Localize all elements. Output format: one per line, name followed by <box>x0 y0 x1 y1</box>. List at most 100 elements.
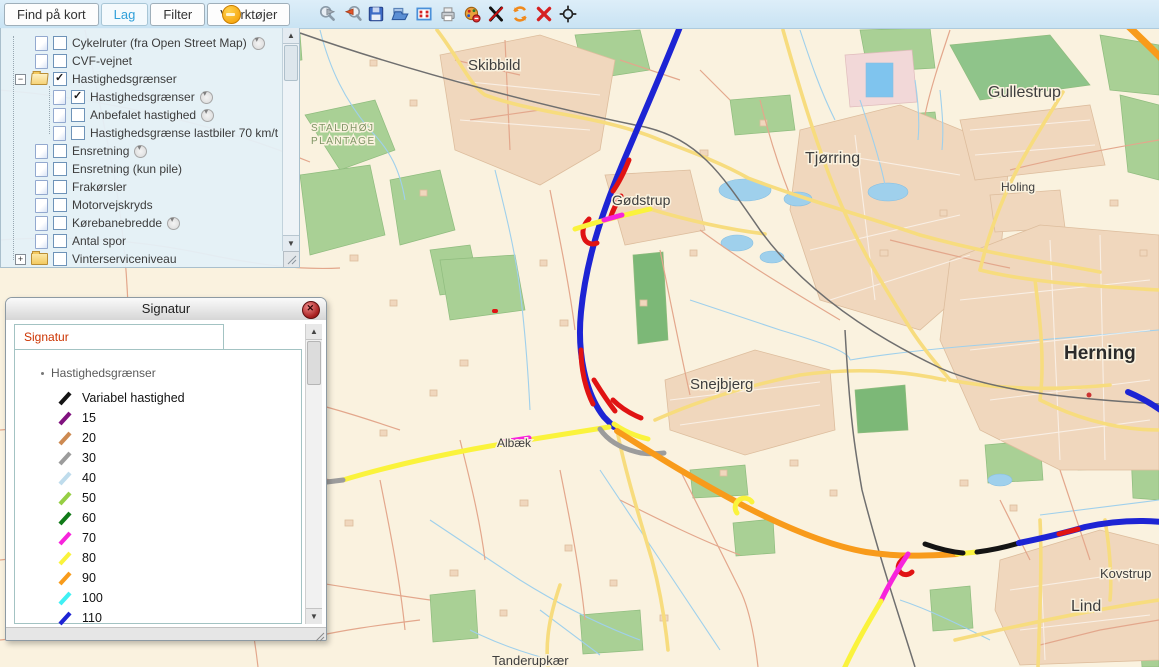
layer-panel-resize-handle[interactable] <box>283 251 299 267</box>
place-label: Albæk <box>497 436 532 450</box>
scroll-down-button[interactable]: ▼ <box>306 608 322 624</box>
layer-row: Antal spor <box>1 232 281 250</box>
print-icon[interactable] <box>438 4 458 24</box>
delete-icon[interactable] <box>534 4 554 24</box>
layer-row: Kørebanebredde <box>1 214 281 232</box>
open-icon[interactable] <box>390 4 410 24</box>
collapse-expander-icon[interactable]: − <box>15 74 26 85</box>
legend-item: 40 <box>15 468 301 488</box>
layer-row: Hastighedsgrænser <box>1 88 281 106</box>
legend-swatch-icon <box>57 530 74 547</box>
scroll-thumb[interactable] <box>284 45 298 81</box>
layer-label[interactable]: Hastighedsgrænser <box>72 72 177 86</box>
layer-label[interactable]: CVF-vejnet <box>72 54 132 68</box>
bullet-icon <box>41 372 44 375</box>
close-icon[interactable] <box>302 301 320 319</box>
page-icon <box>53 90 66 105</box>
layer-checkbox[interactable] <box>53 162 67 176</box>
layer-row: Frakørsler <box>1 178 281 196</box>
layer-checkbox[interactable] <box>53 144 67 158</box>
layer-checkbox[interactable] <box>53 36 67 50</box>
layer-checkbox[interactable] <box>53 72 67 86</box>
layer-checkbox[interactable] <box>53 216 67 230</box>
legend-item-label: 60 <box>82 511 96 525</box>
save-icon[interactable] <box>366 4 386 24</box>
layer-tree: Cykelruter (fra Open Street Map) CVF-vejn… <box>1 34 281 267</box>
layer-panel-scrollbar[interactable]: ▲ ▼ <box>282 28 299 251</box>
scroll-up-button[interactable]: ▲ <box>283 28 299 44</box>
layer-checkbox[interactable] <box>53 180 67 194</box>
zoom-next-icon[interactable] <box>318 4 338 24</box>
layer-checkbox[interactable] <box>53 54 67 68</box>
map-railway-station-dot <box>1087 393 1092 398</box>
legend-item: 80 <box>15 548 301 568</box>
page-icon <box>35 162 48 177</box>
center-crosshair-icon[interactable] <box>558 4 578 24</box>
legend-swatch-icon <box>57 490 74 507</box>
legend-swatch-icon <box>57 590 74 607</box>
layer-label[interactable]: Frakørsler <box>72 180 127 194</box>
layer-checkbox[interactable] <box>71 108 85 122</box>
legend-swatch-icon <box>57 610 74 627</box>
layer-checkbox[interactable] <box>53 198 67 212</box>
zoom-visibility-icon[interactable] <box>201 109 214 122</box>
place-label: Tjørring <box>805 150 860 167</box>
layer-label[interactable]: Ensretning <box>72 144 129 158</box>
tab-find-på-kort[interactable]: Find på kort <box>4 3 99 26</box>
legend-titlebar[interactable]: Signatur <box>6 298 326 321</box>
legend-item: 90 <box>15 568 301 588</box>
page-icon <box>35 234 48 249</box>
scroll-thumb[interactable] <box>307 341 321 385</box>
legend-item-label: 110 <box>82 611 102 625</box>
minus-circle-icon[interactable] <box>222 5 241 24</box>
expand-expander-icon[interactable]: + <box>15 254 26 265</box>
tab-filter[interactable]: Filter <box>150 3 205 26</box>
layer-label[interactable]: Ensretning (kun pile) <box>72 162 182 176</box>
legend-item-label: 80 <box>82 551 96 565</box>
layer-row: CVF-vejnet <box>1 52 281 70</box>
legend-pane: Hastighedsgrænser Variabel hastighed1520… <box>14 349 302 624</box>
layer-label[interactable]: Vinterserviceniveau <box>72 252 177 266</box>
layer-label[interactable]: Cykelruter (fra Open Street Map) <box>72 36 247 50</box>
zoom-previous-icon[interactable] <box>342 4 362 24</box>
layer-label[interactable]: Motorvejskryds <box>72 198 153 212</box>
legend-swatch-icon <box>57 510 74 527</box>
layer-checkbox[interactable] <box>71 90 85 104</box>
legend-item: 15 <box>15 408 301 428</box>
layer-label[interactable]: Antal spor <box>72 234 126 248</box>
legend-resize-handle[interactable] <box>313 629 326 640</box>
palette-theme-icon[interactable] <box>462 4 482 24</box>
place-label: STALDHØJ <box>311 123 375 134</box>
zoom-visibility-icon[interactable] <box>134 145 147 158</box>
layer-row: Cykelruter (fra Open Street Map) <box>1 34 281 52</box>
legend-item: 50 <box>15 488 301 508</box>
legend-item-label: 15 <box>82 411 96 425</box>
layer-label[interactable]: Hastighedsgrænse lastbiler 70 km/t <box>90 126 278 140</box>
hide-selection-icon[interactable] <box>486 4 506 24</box>
layer-checkbox[interactable] <box>71 126 85 140</box>
layer-checkbox[interactable] <box>53 252 67 266</box>
page-icon <box>53 108 66 123</box>
layer-checkbox[interactable] <box>53 234 67 248</box>
scroll-down-button[interactable]: ▼ <box>283 235 299 251</box>
folder-icon <box>31 253 48 265</box>
page-icon <box>35 54 48 69</box>
scroll-up-button[interactable]: ▲ <box>306 324 322 340</box>
gis-app: SkibbildSTALDHØJPLANTAGEGødstrupGullestr… <box>0 0 1159 667</box>
full-extent-icon[interactable] <box>414 4 434 24</box>
refresh-icon[interactable] <box>510 4 530 24</box>
toolbar-icon-strip <box>318 4 578 24</box>
zoom-visibility-icon[interactable] <box>252 37 265 50</box>
legend-item-label: 50 <box>82 491 96 505</box>
tab-værktøjer[interactable]: Værktøjer <box>207 3 290 26</box>
zoom-visibility-icon[interactable] <box>200 91 213 104</box>
layer-label[interactable]: Hastighedsgrænser <box>90 90 195 104</box>
place-label: Skibbild <box>468 57 521 74</box>
layer-label[interactable]: Anbefalet hastighed <box>90 108 196 122</box>
legend-tab-signatur[interactable]: Signatur <box>14 324 224 349</box>
zoom-visibility-icon[interactable] <box>167 217 180 230</box>
legend-scrollbar[interactable]: ▲ ▼ <box>305 324 322 624</box>
tab-lag[interactable]: Lag <box>101 3 149 26</box>
legend-swatch-icon <box>57 430 74 447</box>
layer-label[interactable]: Kørebanebredde <box>72 216 162 230</box>
